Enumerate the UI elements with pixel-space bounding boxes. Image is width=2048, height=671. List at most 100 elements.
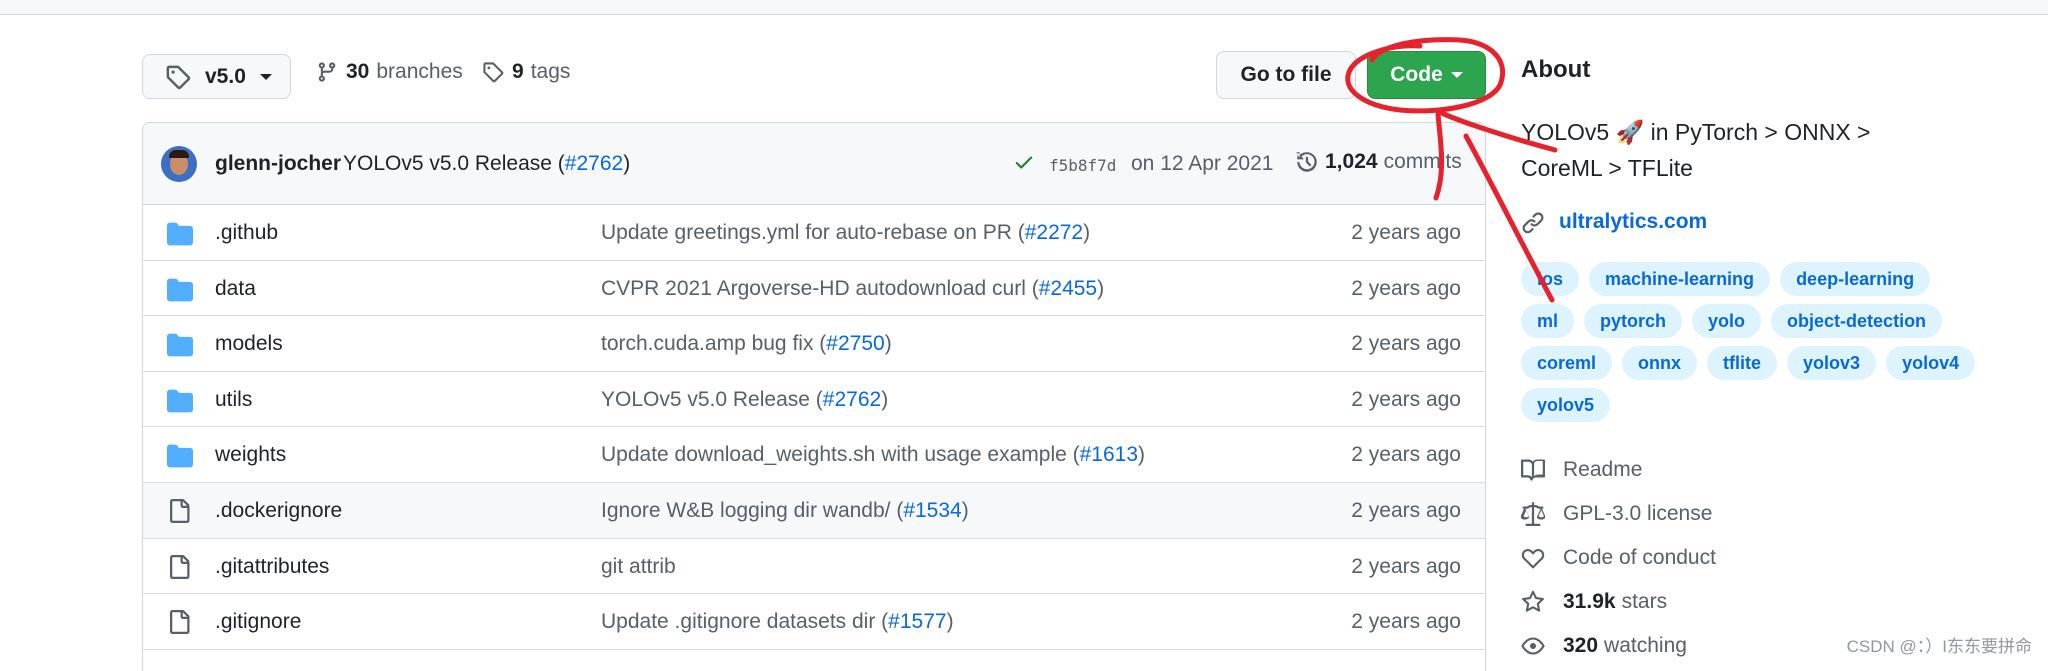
file-name[interactable]: weights — [215, 443, 286, 467]
file-name[interactable]: .dockerignore — [215, 499, 342, 523]
topic-tag[interactable]: object-detection — [1771, 304, 1943, 338]
topic-tag[interactable]: yolov3 — [1787, 346, 1877, 380]
file-commit-message[interactable]: Ignore W&B logging dir wandb/ (#1534) — [601, 499, 969, 523]
topic-tag[interactable]: ml — [1521, 304, 1575, 338]
file-commit-text: torch.cuda.amp bug fix ( — [601, 332, 827, 356]
file-icon — [167, 610, 191, 640]
file-icon — [167, 554, 191, 585]
file-commit-message[interactable]: Update .gitignore datasets dir (#1577) — [601, 610, 954, 634]
branch-tag-icon — [166, 65, 191, 89]
table-row[interactable]: models torch.cuda.amp bug fix (#2750) 2 ye… — [143, 316, 1485, 372]
table-row[interactable]: weights Update download_weights.sh with u… — [143, 427, 1485, 483]
commits-history-link[interactable]: 1,024 commits — [1295, 150, 1462, 174]
repo-description-line-1: YOLOv5 🚀 in PyTorch > ONNX > — [1521, 119, 1871, 145]
file-name[interactable]: data — [215, 277, 256, 301]
file-commit-pr-link[interactable]: #2455 — [1039, 277, 1097, 300]
file-commit-message[interactable]: Update download_weights.sh with usage ex… — [601, 443, 1145, 467]
website-text: ultralytics.com — [1559, 210, 1708, 233]
link-icon — [1522, 212, 1544, 234]
topic-tag[interactable]: tflite — [1707, 346, 1778, 380]
file-commit-end: ) — [961, 498, 969, 522]
topic-tag[interactable]: yolo — [1692, 304, 1762, 338]
file-commit-message[interactable]: Update greetings.yml for auto-rebase on … — [601, 221, 1090, 245]
code-button-label: Code — [1390, 63, 1443, 86]
topic-tag[interactable]: coreml — [1521, 346, 1613, 380]
avatar[interactable] — [161, 146, 197, 182]
watching-link[interactable]: 320 watching — [1521, 634, 1687, 658]
table-row[interactable]: .gitignore Update .gitignore datasets dir… — [143, 594, 1485, 650]
file-name[interactable]: .gitignore — [215, 610, 301, 634]
star-icon — [1522, 590, 1544, 612]
code-of-conduct-link[interactable]: Code of conduct — [1521, 546, 1716, 570]
file-commit-message[interactable]: YOLOv5 v5.0 Release (#2762) — [601, 388, 888, 412]
file-commit-message[interactable]: git attrib — [601, 555, 676, 579]
topic-tag[interactable]: onnx — [1622, 346, 1698, 380]
chevron-down-icon — [1450, 72, 1463, 78]
commit-label: commits — [1383, 150, 1462, 173]
readme-label: Readme — [1563, 458, 1643, 481]
branch-name: v5.0 — [205, 64, 246, 88]
website-link[interactable]: ultralytics.com — [1521, 210, 1707, 234]
file-name[interactable]: .gitattributes — [215, 555, 329, 579]
file-commit-pr-link[interactable]: #1534 — [903, 499, 961, 522]
table-row[interactable]: .gitattributes git attrib 2 years ago — [143, 539, 1485, 595]
file-age: 2 years ago — [1351, 443, 1461, 467]
file-commit-text: Update greetings.yml for auto-rebase on … — [601, 221, 1025, 244]
topic-tag[interactable]: yolov5 — [1521, 388, 1611, 422]
topic-tag[interactable]: machine-learning — [1589, 262, 1771, 296]
table-row[interactable]: .github Update greetings.yml for auto-reb… — [143, 205, 1485, 261]
latest-commit-bar: glenn-jocher YOLOv5 v5.0 Release (#2762)… — [143, 123, 1485, 205]
watching-label: watching — [1604, 634, 1687, 657]
commit-message[interactable]: YOLOv5 v5.0 Release (#2762) — [343, 152, 630, 176]
file-commit-text: YOLOv5 v5.0 Release ( — [601, 387, 823, 411]
file-commit-pr-link[interactable]: #1577 — [888, 610, 946, 633]
law-icon — [1521, 502, 1545, 526]
file-commit-text: Update download_weights.sh with usage ex… — [601, 443, 1080, 467]
topic-tag[interactable]: pytorch — [1584, 304, 1683, 338]
commit-author[interactable]: glenn-jocher — [215, 152, 341, 176]
go-to-file-button[interactable]: Go to file — [1216, 51, 1356, 99]
top-bar — [0, 0, 2048, 15]
commit-pr-link[interactable]: #2762 — [565, 152, 623, 175]
file-commit-message[interactable]: CVPR 2021 Argoverse-HD autodownload curl… — [601, 277, 1104, 301]
file-name[interactable]: utils — [215, 388, 252, 412]
topic-tag[interactable]: yolov4 — [1886, 346, 1976, 380]
branches-link[interactable]: 30 branches — [316, 60, 463, 84]
eye-icon — [1521, 637, 1545, 655]
table-row[interactable]: utils YOLOv5 v5.0 Release (#2762) 2 years … — [143, 372, 1485, 428]
stars-label: stars — [1621, 590, 1668, 613]
file-commit-pr-link[interactable]: #2750 — [826, 332, 884, 355]
file-name[interactable]: models — [215, 332, 283, 356]
code-button[interactable]: Code — [1367, 51, 1486, 99]
file-commit-text: CVPR 2021 Argoverse-HD autodownload curl… — [601, 276, 1039, 300]
commit-sha[interactable]: f5b8f7d — [1049, 156, 1116, 175]
folder-icon — [167, 277, 193, 309]
file-commit-pr-link[interactable]: #1613 — [1080, 443, 1138, 466]
file-name[interactable]: .github — [215, 221, 278, 245]
topic-tag[interactable]: ios — [1521, 262, 1580, 296]
file-commit-end: ) — [1083, 221, 1091, 244]
file-commit-end: ) — [1097, 276, 1105, 300]
repo-description: YOLOv5 🚀 in PyTorch > ONNX > CoreML > TF… — [1521, 114, 1921, 186]
table-row[interactable]: .dockerignore Ignore W&B logging dir wand… — [143, 482, 1485, 539]
folder-icon — [167, 332, 193, 364]
file-commit-message[interactable]: torch.cuda.amp bug fix (#2750) — [601, 332, 892, 356]
file-commit-pr-link[interactable]: #2762 — [823, 388, 881, 411]
file-commit-pr-link[interactable]: #2272 — [1025, 221, 1083, 244]
file-age: 2 years ago — [1351, 554, 1461, 578]
tags-link[interactable]: 9 tags — [482, 60, 570, 84]
topic-tag[interactable]: deep-learning — [1780, 262, 1931, 296]
about-heading: About — [1521, 56, 1591, 83]
license-link[interactable]: GPL-3.0 license — [1521, 502, 1712, 526]
stars-link[interactable]: 31.9k stars — [1521, 590, 1667, 614]
readme-link[interactable]: Readme — [1521, 458, 1642, 482]
file-age: 2 years ago — [1351, 332, 1461, 356]
check-icon[interactable] — [1013, 151, 1035, 173]
file-commit-text: git attrib — [601, 554, 676, 578]
stars-count: 31.9k — [1563, 590, 1616, 613]
branch-selector[interactable]: v5.0 — [142, 54, 291, 99]
table-row[interactable]: data CVPR 2021 Argoverse-HD autodownload … — [143, 261, 1485, 317]
folder-icon — [167, 221, 193, 253]
file-list: glenn-jocher YOLOv5 v5.0 Release (#2762)… — [142, 122, 1486, 671]
watermark: CSDN @：）I东东要拼命 — [1846, 637, 2032, 656]
